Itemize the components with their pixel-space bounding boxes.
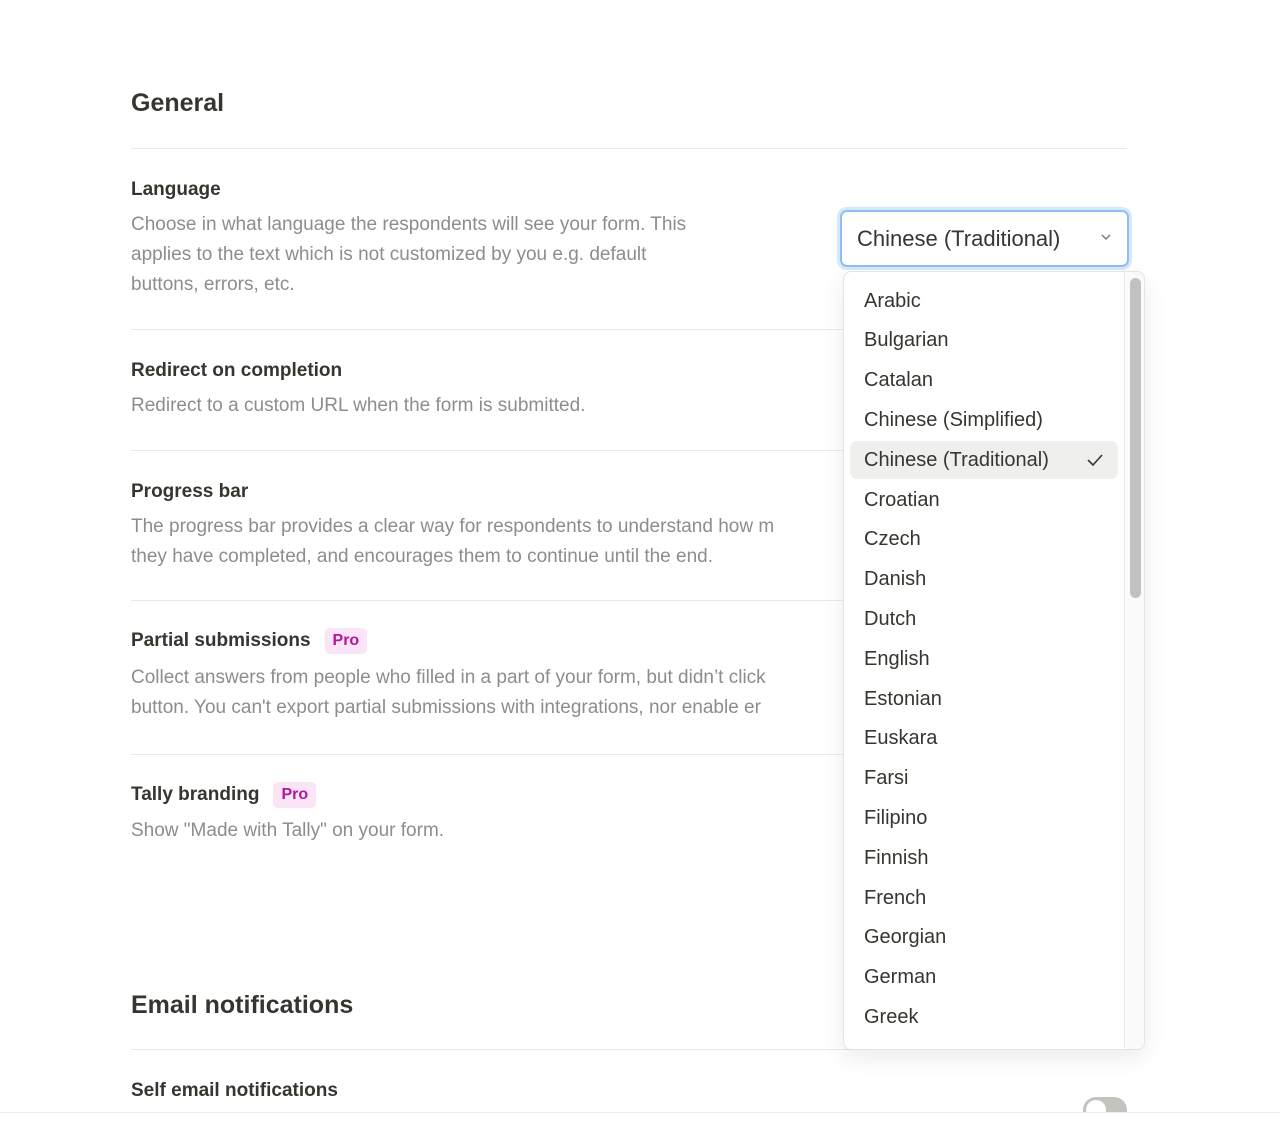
setting-progress-bar: Progress bar The progress bar provides a… [131,481,774,572]
language-option-label: Danish [864,568,927,591]
language-option-label: Euskara [864,727,938,750]
setting-language: Language Choose in what language the res… [131,179,686,300]
scrollbar[interactable] [1124,272,1144,1049]
language-option[interactable]: Catalan [850,362,1118,400]
language-option-label: Czech [864,528,921,551]
setting-partial-submissions: Partial submissions Pro Collect answers f… [131,628,766,723]
setting-title: Progress bar [131,481,249,502]
language-option[interactable]: Danish [850,561,1118,599]
pro-badge: Pro [273,782,317,808]
language-option[interactable]: Filipino [850,799,1118,837]
setting-desc: buttons, errors, etc. [131,274,295,295]
language-option-label: Finnish [864,846,929,869]
language-option[interactable]: Estonian [850,680,1118,718]
language-option-label: Estonian [864,687,942,710]
language-option-label: Filipino [864,806,928,829]
language-option[interactable]: French [850,879,1118,917]
language-option-label: Chinese (Traditional) [864,448,1049,471]
language-option[interactable]: Euskara [850,720,1118,758]
divider [131,148,1127,149]
bottom-bar [0,1112,1280,1138]
language-option-label: Dutch [864,607,917,630]
language-select-value: Chinese (Traditional) [857,225,1061,251]
language-option-label: French [864,886,927,909]
language-option-label: Farsi [864,767,909,790]
setting-tally-branding: Tally branding Pro Show "Made with Tally"… [131,782,444,846]
section-heading-email: Email notifications [131,991,354,1019]
language-option-label: Bulgarian [864,329,949,352]
check-icon [1087,454,1103,467]
language-dropdown-menu: Arabic Bulgarian Catalan Chinese (Simplifie… [843,271,1145,1050]
setting-desc: they have completed, and encourages them… [131,546,714,567]
setting-desc: Choose in what language the respondents … [131,214,687,235]
setting-title-self-email: Self email notifications [131,1080,338,1101]
language-option[interactable]: Georgian [850,919,1118,957]
language-option[interactable]: Greek [850,998,1118,1036]
setting-desc: applies to the text which is not customi… [131,244,647,265]
language-option[interactable]: Arabic [850,282,1118,320]
language-option[interactable]: Croatian [850,481,1118,519]
language-option-label: German [864,966,937,989]
language-option-label: Georgian [864,926,947,949]
chevron-down-icon [1101,234,1111,241]
setting-desc: Collect answers from people who filled i… [131,667,766,688]
language-select[interactable]: Chinese (Traditional) [840,210,1129,267]
section-heading-general: General [131,89,225,117]
language-option[interactable]: Finnish [850,839,1118,877]
language-option-label: English [864,647,930,670]
setting-desc: button. You can't export partial submiss… [131,697,761,718]
language-option[interactable]: Bulgarian [850,322,1118,360]
language-option-label: Greek [864,1005,919,1028]
language-option[interactable]: German [850,959,1118,997]
language-option[interactable]: Farsi [850,760,1118,798]
scrollbar-thumb[interactable] [1130,278,1141,598]
setting-title: Tally branding [131,784,260,805]
setting-desc: Redirect to a custom URL when the form i… [131,395,586,416]
language-option-label: Chinese (Simplified) [864,408,1043,431]
setting-desc: Show "Made with Tally" on your form. [131,820,445,841]
language-option[interactable]: Dutch [850,600,1118,638]
setting-title: Partial submissions [131,630,311,651]
language-option-label: Arabic [864,289,921,312]
pro-badge: Pro [324,628,368,654]
setting-title: Language [131,179,221,200]
language-option[interactable]: Chinese (Simplified) [850,401,1118,439]
setting-desc: The progress bar provides a clear way fo… [131,516,775,537]
setting-title: Redirect on completion [131,360,343,381]
language-option[interactable]: English [850,640,1118,678]
setting-redirect: Redirect on completion Redirect to a cus… [131,360,585,421]
language-option[interactable]: Czech [850,521,1118,559]
language-option-label: Croatian [864,488,940,511]
language-option[interactable]: Chinese (Traditional) [850,441,1118,480]
language-option-label: Catalan [864,369,933,392]
